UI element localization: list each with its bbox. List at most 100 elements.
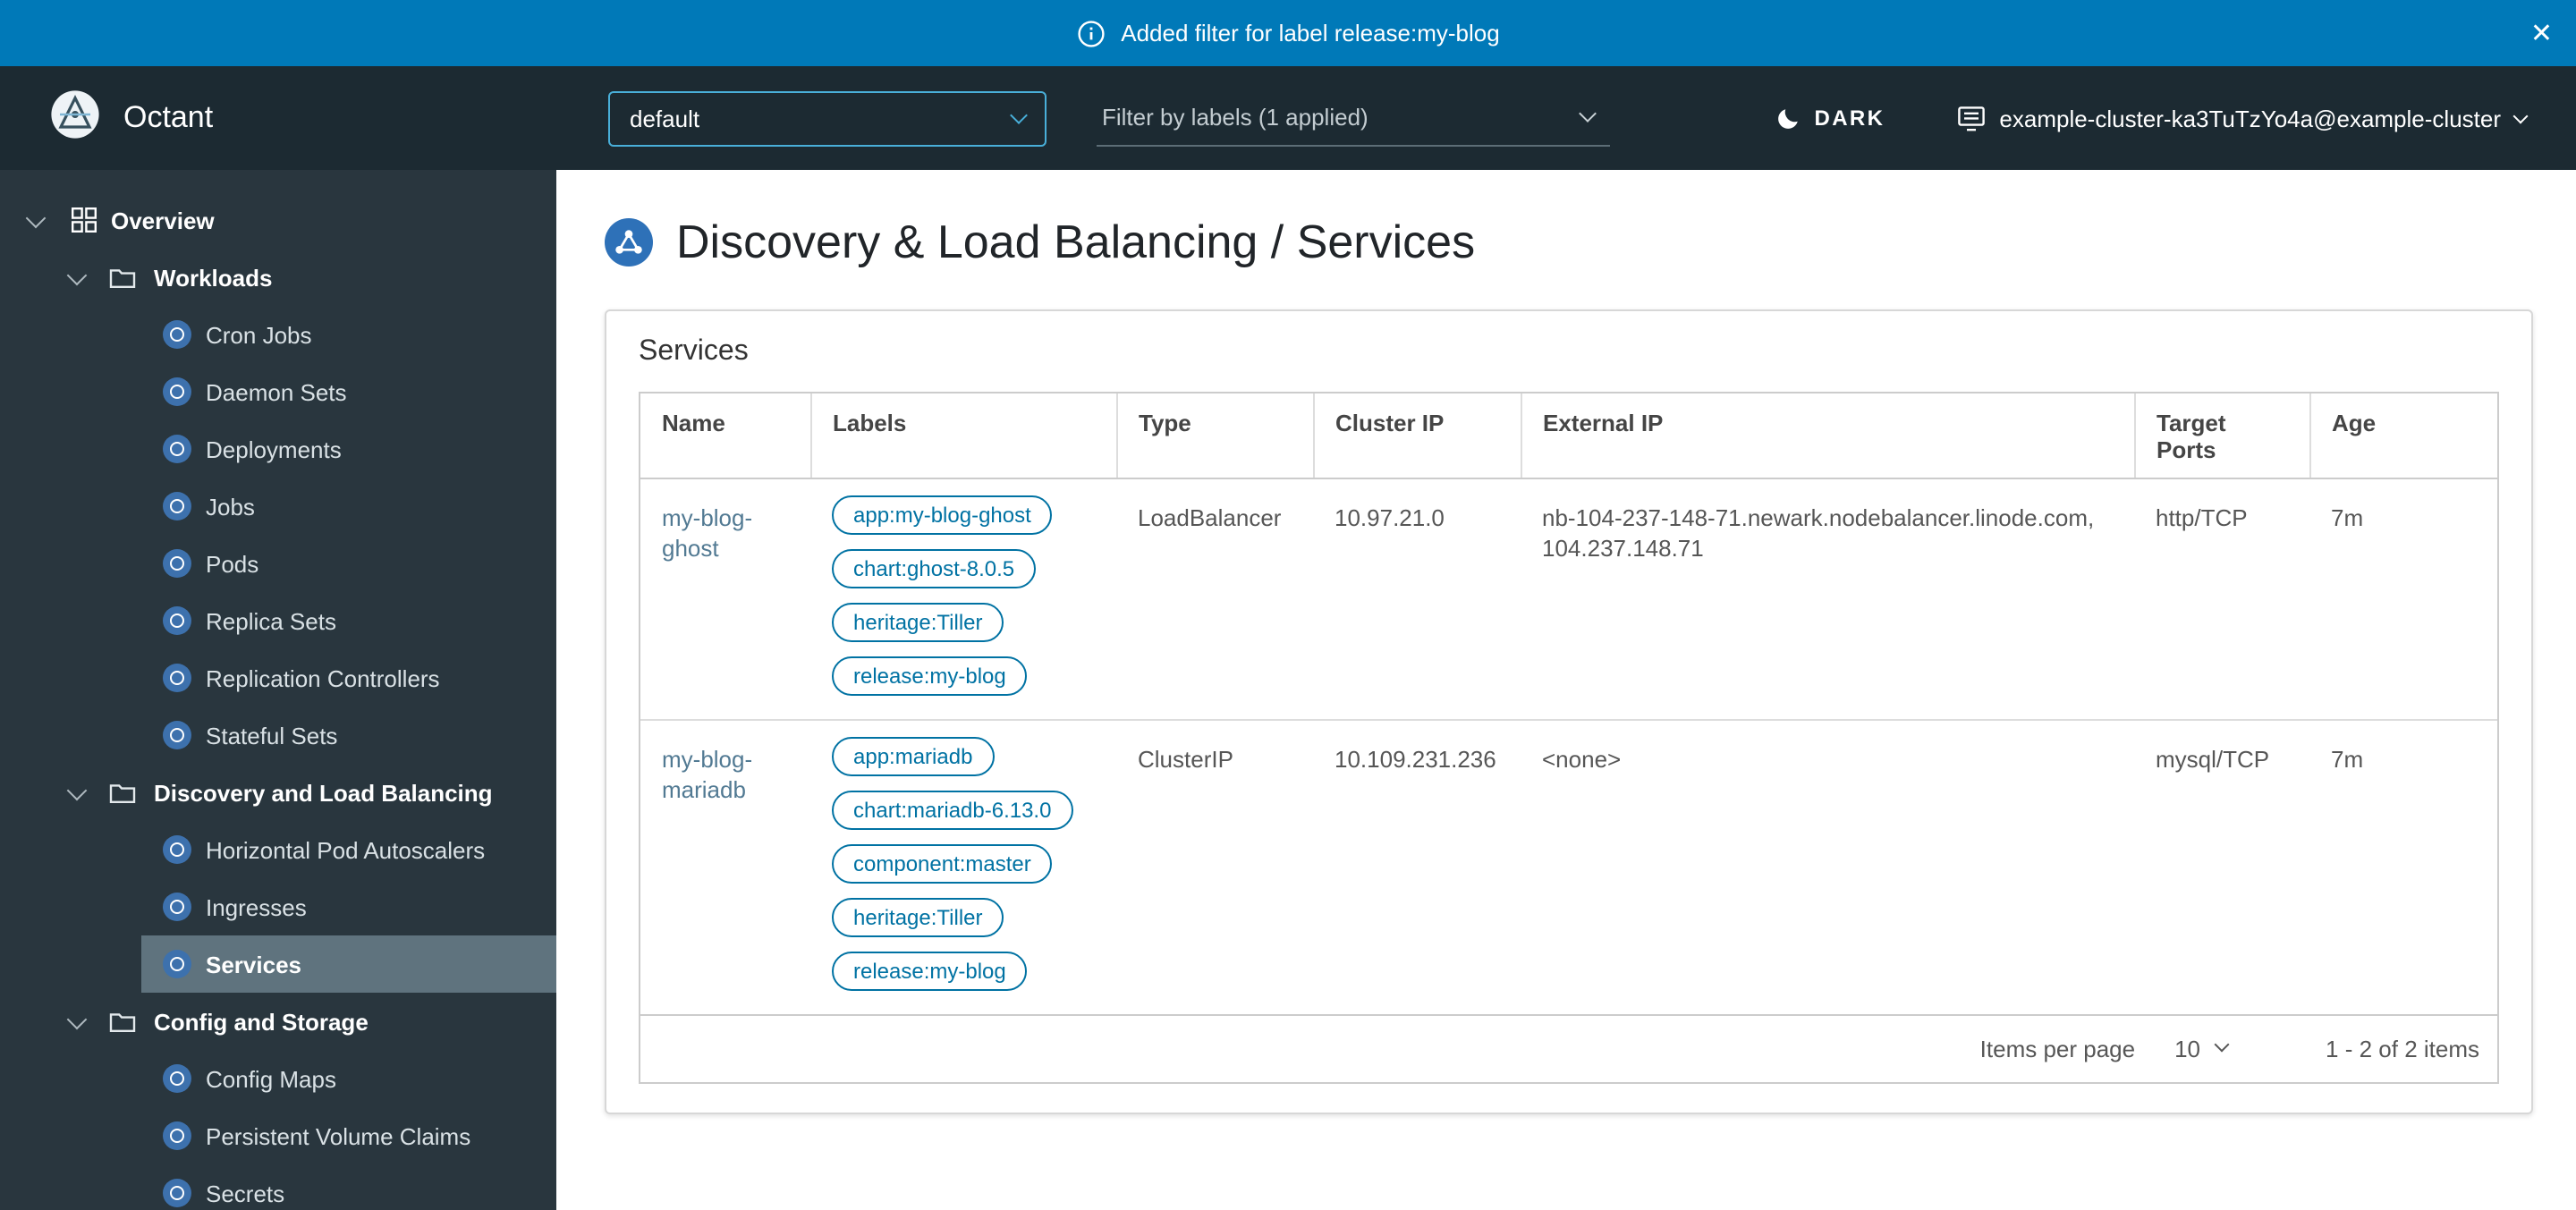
theme-toggle-button[interactable]: DARK xyxy=(1775,105,1885,131)
folder-icon xyxy=(109,266,136,289)
sidebar-item-services[interactable]: Services xyxy=(141,935,556,993)
cluster-context-dropdown[interactable]: example-cluster-ka3TuTzYo4a@example-clus… xyxy=(1956,105,2526,131)
sidebar-item-label: Replica Sets xyxy=(206,607,336,634)
label-pill-row: app:my-blog-ghost xyxy=(832,495,1095,535)
services-table: NameLabelsTypeCluster IPExternal IPTarge… xyxy=(639,392,2499,1084)
sidebar-item-label: Discovery and Load Balancing xyxy=(154,779,493,806)
octant-logo-icon xyxy=(48,87,102,149)
close-icon[interactable]: ✕ xyxy=(2530,20,2553,47)
age-cell: 7m xyxy=(2309,720,2497,1014)
k8s-resource-icon xyxy=(163,1179,191,1207)
label-pill-row: release:my-blog xyxy=(832,952,1095,991)
sidebar-item-horizontal-pod-autoscalers[interactable]: Horizontal Pod Autoscalers xyxy=(141,821,556,878)
moon-icon xyxy=(1775,105,1801,131)
type-cell: ClusterIP xyxy=(1116,720,1313,1014)
label-pill[interactable]: heritage:Tiller xyxy=(832,898,1004,937)
chevron-down-icon[interactable] xyxy=(26,207,47,228)
sidebar-item-label: Ingresses xyxy=(206,893,307,920)
target-ports-cell: mysql/TCP xyxy=(2134,720,2309,1014)
app-name: Octant xyxy=(123,100,213,136)
body-row: Overview Workloads Cron Jobs Daemon SetsDep… xyxy=(0,170,2576,1210)
sidebar-item-label: Secrets xyxy=(206,1180,284,1206)
sidebar-item-stateful-sets[interactable]: Stateful Sets xyxy=(141,707,556,764)
sidebar-item-label: Jobs xyxy=(206,493,255,520)
label-pill[interactable]: app:mariadb xyxy=(832,737,994,776)
sidebar-item-overview[interactable]: Overview xyxy=(0,191,556,249)
sidebar-item-replication-controllers[interactable]: Replication Controllers xyxy=(141,649,556,707)
octant-app: Added filter for label release:my-blog ✕… xyxy=(0,0,2576,1210)
label-pill[interactable]: app:my-blog-ghost xyxy=(832,495,1053,535)
label-pill[interactable]: chart:mariadb-6.13.0 xyxy=(832,791,1072,830)
label-pill[interactable]: component:master xyxy=(832,844,1053,884)
sidebar-item-ingresses[interactable]: Ingresses xyxy=(141,878,556,935)
folder-icon xyxy=(109,781,136,804)
k8s-resource-icon xyxy=(163,377,191,406)
banner-message: Added filter for label release:my-blog xyxy=(1121,20,1499,47)
chevron-down-icon xyxy=(1579,105,1597,123)
k8s-resource-icon xyxy=(163,950,191,978)
chevron-down-icon xyxy=(2513,108,2529,123)
sidebar-item-cron-jobs[interactable]: Cron Jobs xyxy=(141,306,556,363)
k8s-resource-icon xyxy=(163,435,191,463)
overview-icon xyxy=(70,206,98,234)
label-pill[interactable]: release:my-blog xyxy=(832,952,1028,991)
sidebar-item-deployments[interactable]: Deployments xyxy=(141,420,556,478)
sidebar-item-label: Workloads xyxy=(154,264,272,291)
label-pill[interactable]: release:my-blog xyxy=(832,656,1028,696)
labels-cell: app:mariadb chart:mariadb-6.13.0 component… xyxy=(810,720,1116,1014)
sidebar-item-label: Stateful Sets xyxy=(206,722,337,749)
card-title: Services xyxy=(639,336,2499,368)
sidebar-item-label: Horizontal Pod Autoscalers xyxy=(206,836,485,863)
k8s-resource-icon xyxy=(163,320,191,349)
labels-cell: app:my-blog-ghost chart:ghost-8.0.5 herita… xyxy=(810,478,1116,720)
k8s-resource-icon xyxy=(163,492,191,520)
sidebar-item-jobs[interactable]: Jobs xyxy=(141,478,556,535)
column-header-target-ports: Target Ports xyxy=(2134,393,2309,478)
label-pill-row: component:master xyxy=(832,844,1095,884)
chevron-down-icon[interactable] xyxy=(67,265,88,285)
chevron-down-icon[interactable] xyxy=(67,1009,88,1029)
sidebar-item-replica-sets[interactable]: Replica Sets xyxy=(141,592,556,649)
label-filter-dropdown[interactable]: Filter by labels (1 applied) xyxy=(1097,90,1610,146)
label-pill[interactable]: heritage:Tiller xyxy=(832,603,1004,642)
k8s-resource-icon xyxy=(163,893,191,921)
sidebar-item-config-and-storage[interactable]: Config and Storage xyxy=(0,993,556,1050)
sidebar-nav: Overview Workloads Cron Jobs Daemon SetsDep… xyxy=(0,170,556,1210)
sidebar-item-workloads[interactable]: Workloads xyxy=(0,249,556,306)
label-filter-value: Filter by labels (1 applied) xyxy=(1102,104,1368,131)
column-header-age: Age xyxy=(2309,393,2497,478)
column-header-labels: Labels xyxy=(810,393,1116,478)
cluster-icon xyxy=(1956,105,1985,131)
sidebar-item-label: Cron Jobs xyxy=(206,321,312,348)
namespace-dropdown[interactable]: default xyxy=(608,90,1046,146)
sidebar-item-pods[interactable]: Pods xyxy=(141,535,556,592)
column-header-external-ip: External IP xyxy=(1521,393,2134,478)
label-pill[interactable]: chart:ghost-8.0.5 xyxy=(832,549,1036,588)
chevron-down-icon[interactable] xyxy=(67,780,88,800)
sidebar-item-label: Persistent Volume Claims xyxy=(206,1122,470,1149)
label-pill-row: chart:ghost-8.0.5 xyxy=(832,549,1095,588)
sidebar-item-label: Pods xyxy=(206,550,258,577)
service-name-link[interactable]: my-blog-mariadb xyxy=(662,746,752,803)
label-pill-row: chart:mariadb-6.13.0 xyxy=(832,791,1095,830)
cluster-ip-cell: 10.109.231.236 xyxy=(1313,720,1521,1014)
sidebar-item-daemon-sets[interactable]: Daemon Sets xyxy=(141,363,556,420)
sidebar-item-label: Services xyxy=(206,951,301,977)
notification-banner: Added filter for label release:my-blog ✕ xyxy=(0,0,2576,66)
sidebar-item-secrets[interactable]: Secrets xyxy=(141,1164,556,1210)
service-name-link[interactable]: my-blog-ghost xyxy=(662,504,752,562)
sidebar-item-discovery-and-load-balancing[interactable]: Discovery and Load Balancing xyxy=(0,764,556,821)
k8s-resource-icon xyxy=(163,606,191,635)
label-pill-row: release:my-blog xyxy=(832,656,1095,696)
info-icon xyxy=(1076,19,1105,47)
main-content: Discovery & Load Balancing / Services Se… xyxy=(556,170,2576,1210)
sidebar-item-config-maps[interactable]: Config Maps xyxy=(141,1050,556,1107)
k8s-resource-icon xyxy=(163,1121,191,1150)
label-pill-row: app:mariadb xyxy=(832,737,1095,776)
page-size-value: 10 xyxy=(2174,1036,2200,1062)
items-per-page-label: Items per page xyxy=(1980,1036,2135,1062)
page-size-select[interactable]: 10 xyxy=(2174,1036,2227,1062)
theme-toggle-label: DARK xyxy=(1814,106,1885,131)
pagination-range: 1 - 2 of 2 items xyxy=(2326,1036,2479,1062)
sidebar-item-persistent-volume-claims[interactable]: Persistent Volume Claims xyxy=(141,1107,556,1164)
